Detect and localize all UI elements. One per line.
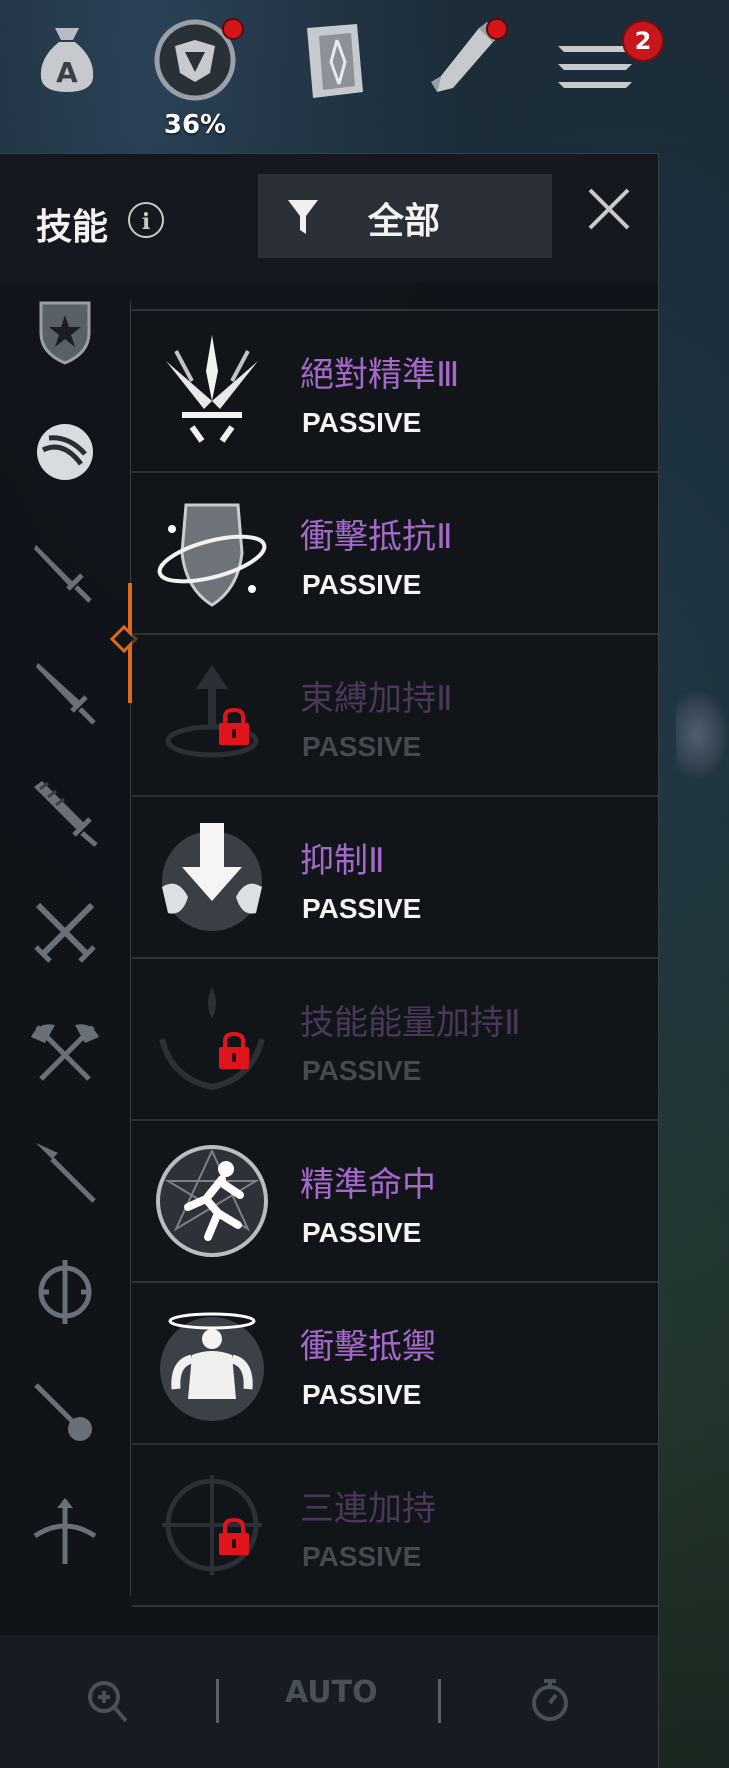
skill-row-locked[interactable]: 三連加持 PASSIVE	[132, 1445, 658, 1607]
category-dagger[interactable]	[24, 531, 106, 613]
bind-icon	[165, 665, 259, 758]
footer-divider	[438, 1679, 441, 1723]
category-spear[interactable]	[24, 1131, 106, 1213]
lock-icon	[219, 1031, 249, 1069]
strongman-icon	[160, 1312, 264, 1421]
skill-name: 抑制Ⅱ	[300, 841, 385, 881]
skill-type: PASSIVE	[302, 893, 422, 924]
skill-type: PASSIVE	[302, 1055, 422, 1086]
bag-button[interactable]: A	[22, 18, 112, 128]
skill-type: PASSIVE	[302, 1217, 422, 1248]
skill-row[interactable]: 絕對精準Ⅲ PASSIVE	[132, 309, 658, 473]
category-orb[interactable]	[24, 411, 106, 493]
skill-type: PASSIVE	[302, 1541, 422, 1572]
category-mace[interactable]	[24, 1371, 106, 1453]
shield-orbit-icon	[157, 503, 267, 607]
shield-emblem-icon	[39, 301, 91, 365]
skill-type: PASSIVE	[302, 407, 422, 438]
skill-name: 束縛加持Ⅱ	[300, 679, 453, 719]
skill-type: PASSIVE	[302, 1379, 422, 1410]
auto-button[interactable]: AUTO	[285, 1675, 378, 1710]
down-arrow-fists-icon	[162, 823, 262, 931]
money-bag-icon: A	[40, 28, 94, 92]
category-axes[interactable]	[24, 1011, 106, 1093]
menu-count-badge: 2	[624, 22, 662, 60]
skill-row[interactable]: 抑制Ⅱ PASSIVE	[132, 797, 658, 959]
notification-dot	[486, 18, 508, 40]
filter-button[interactable]: 全部	[258, 174, 552, 258]
progress-percent: 36%	[163, 110, 227, 140]
greatsword-icon	[34, 781, 98, 847]
skill-name: 三連加持	[300, 1489, 436, 1529]
skills-panel: 技能 i 全部 絕對精準Ⅲ PASSIVE 衝擊抵抗Ⅱ PASSIVE 束縛加持…	[0, 153, 659, 1768]
energy-hands-icon	[159, 987, 265, 1091]
sidebar-divider	[130, 301, 131, 1596]
skill-row[interactable]: 衝擊抵禦 PASSIVE	[132, 1283, 658, 1445]
stopwatch-icon[interactable]	[530, 1677, 570, 1723]
spear-icon	[36, 1143, 96, 1203]
bottom-bar: AUTO	[0, 1635, 658, 1768]
crossed-axes-icon	[31, 1024, 99, 1081]
skill-name: 衝擊抵抗Ⅱ	[300, 517, 453, 557]
skill-type: PASSIVE	[302, 569, 422, 600]
notification-dot	[222, 18, 244, 40]
skill-name: 技能能量加持Ⅱ	[300, 1003, 521, 1043]
rune-book-icon	[307, 24, 363, 98]
svg-text:A: A	[56, 56, 78, 89]
lock-icon	[219, 1517, 249, 1555]
crossed-swords-icon	[34, 902, 96, 963]
mace-icon	[34, 1383, 92, 1441]
category-crossbow[interactable]	[24, 1491, 106, 1573]
funnel-icon	[288, 200, 318, 234]
zoom-in-icon[interactable]	[86, 1679, 128, 1725]
skill-row-locked[interactable]: 束縛加持Ⅱ PASSIVE	[132, 635, 658, 797]
crossed-blades-icon	[166, 335, 258, 443]
quest-scroll-button[interactable]	[420, 18, 510, 128]
skill-name: 精準命中	[300, 1165, 436, 1205]
lock-icon	[219, 707, 249, 745]
panel-header: 技能 i 全部	[0, 153, 658, 282]
background-creature	[676, 690, 729, 780]
crest-icon	[38, 1260, 92, 1324]
skill-row[interactable]: 衝擊抵抗Ⅱ PASSIVE	[132, 473, 658, 635]
category-dual-swords[interactable]	[24, 891, 106, 973]
skill-type: PASSIVE	[302, 731, 422, 762]
top-bar: A 36% 2	[0, 0, 729, 150]
footer-divider	[216, 1679, 219, 1723]
main-menu-button[interactable]: 2	[550, 18, 662, 128]
category-crest[interactable]	[24, 1251, 106, 1333]
skill-row-locked[interactable]: 技能能量加持Ⅱ PASSIVE	[132, 959, 658, 1121]
skill-name: 絕對精準Ⅲ	[300, 355, 460, 395]
dagger-icon	[34, 545, 92, 603]
orb-icon	[37, 424, 93, 480]
runner-icon	[156, 1145, 268, 1257]
category-shield[interactable]	[24, 291, 106, 373]
info-icon[interactable]: i	[128, 202, 164, 238]
category-greatsword[interactable]	[24, 771, 106, 853]
emblem-progress-button[interactable]: 36%	[150, 18, 244, 140]
sword-icon	[36, 663, 96, 725]
triple-icon	[162, 1475, 262, 1575]
crossbow-icon	[33, 1498, 97, 1564]
book-button[interactable]	[290, 18, 380, 128]
skill-row[interactable]: 精準命中 PASSIVE	[132, 1121, 658, 1283]
category-sword[interactable]	[24, 651, 106, 733]
filter-label: 全部	[368, 201, 441, 242]
skill-name: 衝擊抵禦	[300, 1327, 436, 1367]
category-sidebar	[0, 281, 130, 1601]
close-icon	[588, 188, 630, 230]
panel-title: 技能	[36, 207, 109, 248]
skill-list: 絕對精準Ⅲ PASSIVE 衝擊抵抗Ⅱ PASSIVE 束縛加持Ⅱ PASSIV…	[132, 309, 658, 1607]
close-button[interactable]	[584, 184, 634, 234]
